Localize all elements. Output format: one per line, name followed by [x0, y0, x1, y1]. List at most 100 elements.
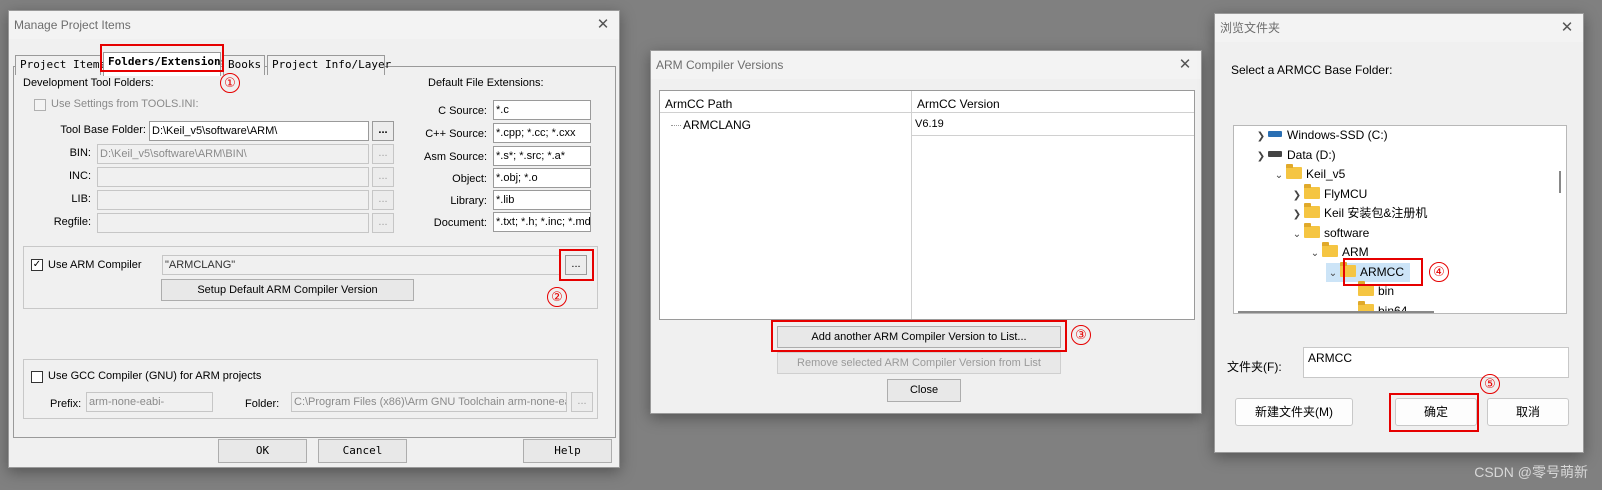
use-gcc-checkbox[interactable] [31, 371, 43, 383]
remove-compiler-version-button[interactable]: Remove selected ARM Compiler Version fro… [777, 352, 1061, 374]
close-icon[interactable]: ✕ [1557, 18, 1577, 38]
close-icon[interactable]: ✕ [1175, 55, 1195, 75]
help-button[interactable]: Help [523, 439, 612, 463]
watermark: CSDN @零号萌新 [1474, 464, 1588, 480]
row-path[interactable]: ARMCLANG [683, 118, 751, 132]
bin-field[interactable]: D:\Keil_v5\software\ARM\BIN\ [97, 144, 369, 164]
tree-item-data-d[interactable]: ❯ Data (D:) [1254, 146, 1336, 165]
tool-base-field[interactable]: D:\Keil_v5\software\ARM\ [149, 121, 369, 141]
use-arm-compiler-checkbox[interactable]: ✓ [31, 259, 43, 271]
folder-icon [1304, 223, 1320, 238]
new-folder-button[interactable]: 新建文件夹(M) [1235, 398, 1353, 426]
ok-button[interactable]: OK [218, 439, 307, 463]
regfile-field[interactable] [97, 213, 369, 233]
document-field[interactable]: *.txt; *.h; *.inc; *.md [493, 212, 591, 232]
chevron-down-icon: ⌄ [1292, 229, 1302, 240]
cpp-source-field[interactable]: *.cpp; *.cc; *.cxx [493, 123, 591, 143]
folder-field-label: 文件夹(F): [1227, 360, 1282, 374]
dev-tool-folders-label: Development Tool Folders: [23, 77, 154, 89]
tree-item-windows-ssd[interactable]: ❯ Windows-SSD (C:) [1254, 126, 1388, 145]
chevron-down-icon: ⌄ [1328, 268, 1338, 279]
step-2-marker: ② [547, 287, 567, 307]
annotation-box-4 [1343, 258, 1423, 286]
c-source-field[interactable]: *.c [493, 100, 591, 120]
tab-books[interactable]: Books [223, 55, 265, 75]
cpp-source-label: C++ Source: [425, 128, 487, 140]
lib-browse-button[interactable]: ... [372, 190, 394, 210]
horizontal-scrollbar[interactable] [1238, 311, 1434, 313]
step-4-marker: ④ [1429, 262, 1449, 282]
folder-label: Folder: [245, 398, 280, 410]
tree-label: software [1324, 226, 1370, 240]
vertical-scrollbar[interactable] [1559, 171, 1561, 193]
tree-label: Windows-SSD (C:) [1287, 128, 1388, 142]
tool-base-label: Tool Base Folder: [60, 124, 146, 136]
tab-project-items[interactable]: Project Items [15, 55, 106, 75]
chevron-right-icon: ❯ [1292, 209, 1302, 220]
col-header-version[interactable]: ArmCC Version [917, 97, 1000, 111]
tree-label: Data (D:) [1287, 148, 1336, 162]
close-button[interactable]: Close [887, 379, 961, 402]
regfile-browse-button[interactable]: ... [372, 213, 394, 233]
cancel-button[interactable]: Cancel [318, 439, 407, 463]
step-1-marker: ① [220, 73, 240, 93]
use-settings-label: Use Settings from TOOLS.INI: [51, 98, 199, 110]
inc-field[interactable] [97, 167, 369, 187]
browse-folder-dialog: 浏览文件夹 ✕ Select a ARMCC Base Folder: ❯ Win… [1214, 13, 1584, 453]
row-version[interactable]: V6.19 [915, 118, 944, 130]
step-3-marker: ③ [1071, 325, 1091, 345]
bin-browse-button[interactable]: ... [372, 144, 394, 164]
inc-browse-button[interactable]: ... [372, 167, 394, 187]
step-5-marker: ⑤ [1480, 374, 1500, 394]
tree-item-keil-v5[interactable]: ⌄ Keil_v5 [1272, 164, 1346, 184]
chevron-right-icon: ❯ [1256, 131, 1266, 142]
tool-base-browse-button[interactable]: ... [372, 121, 394, 141]
use-arm-compiler-label: Use ARM Compiler [48, 259, 142, 271]
object-label: Object: [452, 173, 487, 185]
tree-item-keil-installer[interactable]: ❯ Keil 安装包&注册机 [1290, 203, 1427, 223]
prefix-field[interactable]: arm-none-eabi- [86, 392, 213, 412]
folder-icon [1304, 203, 1320, 218]
gcc-folder-browse-button[interactable]: ... [571, 392, 593, 412]
select-folder-prompt: Select a ARMCC Base Folder: [1231, 63, 1393, 77]
dialog-title: ARM Compiler Versions [651, 51, 1201, 79]
cancel-button[interactable]: 取消 [1487, 398, 1569, 426]
document-label: Document: [433, 217, 487, 229]
library-label: Library: [450, 195, 487, 207]
dialog-title: Manage Project Items [9, 11, 619, 39]
annotation-box-2 [559, 249, 594, 281]
chevron-down-icon: ⌄ [1310, 248, 1320, 259]
annotation-box-3 [771, 320, 1067, 352]
column-divider [911, 91, 912, 319]
object-field[interactable]: *.obj; *.o [493, 168, 591, 188]
inc-label: INC: [69, 170, 91, 182]
asm-source-field[interactable]: *.s*; *.src; *.a* [493, 146, 591, 166]
annotation-box-1 [100, 44, 224, 72]
tree-item-software[interactable]: ⌄ software [1290, 223, 1370, 243]
arm-compiler-versions-dialog: ARM Compiler Versions ✕ ArmCC Path ArmCC… [650, 50, 1202, 414]
asm-source-label: Asm Source: [424, 151, 487, 163]
library-field[interactable]: *.lib [493, 190, 591, 210]
tab-project-info-layer[interactable]: Project Info/Layer [267, 55, 391, 75]
prefix-label: Prefix: [50, 398, 82, 410]
folder-icon [1322, 242, 1338, 257]
tree-label: Keil_v5 [1306, 167, 1346, 181]
chevron-down-icon: ⌄ [1274, 170, 1284, 181]
col-header-path[interactable]: ArmCC Path [665, 97, 732, 111]
regfile-label: Regfile: [53, 216, 91, 228]
folder-icon [1304, 184, 1320, 199]
use-gcc-label: Use GCC Compiler (GNU) for ARM projects [48, 370, 262, 382]
arm-compiler-field[interactable]: "ARMCLANG" [162, 255, 560, 275]
manage-project-items-dialog: Manage Project Items ✕ Project Items Fol… [8, 10, 620, 468]
use-settings-checkbox[interactable] [34, 99, 46, 111]
tree-item-flymcu[interactable]: ❯ FlyMCU [1290, 184, 1368, 204]
setup-default-compiler-button[interactable]: Setup Default ARM Compiler Version [161, 279, 414, 301]
dialog-title: 浏览文件夹 [1215, 14, 1583, 42]
lib-field[interactable] [97, 190, 369, 210]
close-icon[interactable]: ✕ [593, 15, 613, 35]
folder-name-field[interactable]: ARMCC [1303, 347, 1569, 378]
gcc-folder-field[interactable]: C:\Program Files (x86)\Arm GNU Toolchain… [291, 392, 567, 412]
lib-label: LIB: [71, 193, 91, 205]
row-separator [912, 135, 1194, 136]
tree-label: FlyMCU [1324, 187, 1368, 201]
